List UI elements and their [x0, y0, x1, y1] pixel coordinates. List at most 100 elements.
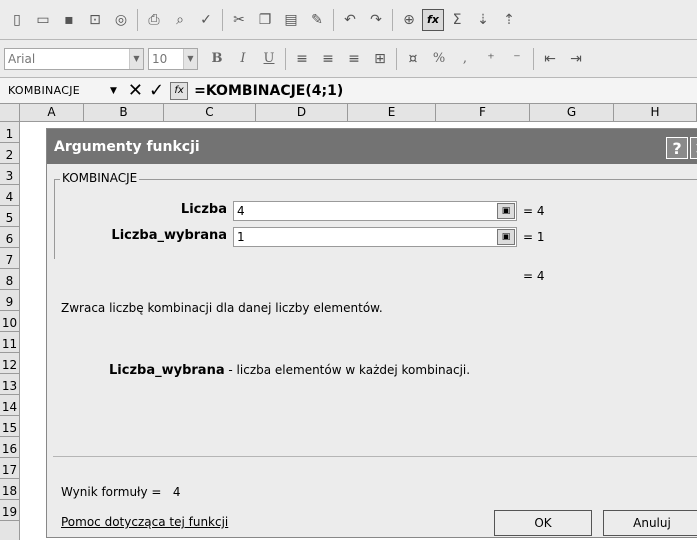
align-center-icon[interactable]: ≡	[317, 48, 339, 70]
row-header[interactable]: 13	[0, 374, 19, 395]
font-name-dropdown[interactable]: Arial ▼	[4, 47, 144, 70]
insert-function-icon[interactable]: fx	[422, 8, 444, 31]
liczba-input[interactable]: 4	[233, 201, 517, 221]
decrease-indent-icon[interactable]: ⇤	[539, 48, 561, 70]
row-header[interactable]: 7	[0, 248, 19, 269]
cancel-formula-icon[interactable]: ✕	[128, 80, 143, 101]
row-header[interactable]: 9	[0, 290, 19, 311]
row-header[interactable]: 16	[0, 437, 19, 458]
parameter-description: - liczba elementów w każdej kombinacji.	[224, 363, 471, 377]
dialog-separator	[53, 456, 697, 457]
standard-toolbar: ▯ ▭ ▪ ⊡ ◎ ⎙ ⌕ ✓ ✂ ❐ ▤ ✎ ↶ ↷ ⊕ fx Σ ⇣ ⇡	[0, 0, 697, 40]
format-painter-icon[interactable]: ✎	[306, 9, 328, 31]
chevron-down-icon[interactable]: ▼	[110, 86, 117, 96]
decrease-decimal-icon[interactable]: ⁻	[506, 48, 528, 70]
toolbar-separator	[285, 47, 286, 70]
sort-descending-icon[interactable]: ⇡	[498, 9, 520, 31]
row-header[interactable]: 19	[0, 500, 19, 521]
row-header[interactable]: 8	[0, 269, 19, 290]
bold-button[interactable]: B	[206, 48, 228, 70]
column-header[interactable]: H	[614, 104, 697, 121]
align-right-icon[interactable]: ≡	[343, 48, 365, 70]
arg-label-liczba: Liczba	[180, 202, 227, 217]
row-header[interactable]: 2	[0, 143, 19, 164]
row-header[interactable]: 18	[0, 479, 19, 500]
chevron-down-icon: ▼	[129, 48, 143, 69]
column-header[interactable]: G	[530, 104, 614, 121]
align-left-icon[interactable]: ≡	[291, 48, 313, 70]
increase-indent-icon[interactable]: ⇥	[565, 48, 587, 70]
row-header[interactable]: 3	[0, 164, 19, 185]
row-header[interactable]: 5	[0, 206, 19, 227]
copy-icon[interactable]: ❐	[254, 9, 276, 31]
column-header[interactable]: D	[256, 104, 348, 121]
row-header[interactable]: 11	[0, 332, 19, 353]
currency-icon[interactable]: ¤	[402, 48, 424, 70]
ok-button[interactable]: OK	[494, 510, 592, 536]
parameter-help: Liczba_wybrana - liczba elementów w każd…	[109, 363, 470, 378]
autosum-icon[interactable]: Σ	[446, 9, 468, 31]
undo-icon[interactable]: ↶	[339, 9, 361, 31]
row-header[interactable]: 12	[0, 353, 19, 374]
new-icon[interactable]: ▯	[6, 9, 28, 31]
column-header[interactable]: B	[84, 104, 164, 121]
merge-center-icon[interactable]: ⊞	[369, 48, 391, 70]
function-description: Zwraca liczbę kombinacji dla danej liczb…	[61, 301, 383, 315]
formatting-toolbar: Arial ▼ 10 ▼ B I U ≡ ≡ ≡ ⊞ ¤ % , ⁺ ⁻ ⇤ ⇥	[0, 40, 697, 78]
insert-function-icon[interactable]: fx	[170, 81, 189, 100]
row-header[interactable]: 15	[0, 416, 19, 437]
sort-ascending-icon[interactable]: ⇣	[472, 9, 494, 31]
column-header[interactable]: A	[20, 104, 84, 121]
font-size-dropdown[interactable]: 10 ▼	[148, 47, 198, 70]
row-header[interactable]: 14	[0, 395, 19, 416]
row-header[interactable]: 6	[0, 227, 19, 248]
collapse-dialog-icon[interactable]: ▣	[497, 203, 515, 219]
formula-input[interactable]: =KOMBINACJE(4;1)	[194, 83, 343, 99]
dialog-titlebar[interactable]: Argumenty funkcji	[47, 129, 697, 164]
percent-button[interactable]: %	[428, 48, 450, 70]
spelling-icon[interactable]: ✓	[195, 9, 217, 31]
research-icon[interactable]: ◎	[110, 9, 132, 31]
cancel-button[interactable]: Anuluj	[603, 510, 697, 536]
row-header[interactable]: 10	[0, 311, 19, 332]
arg-result-liczba: = 4	[523, 204, 545, 218]
underline-button[interactable]: U	[258, 48, 280, 70]
paste-icon[interactable]: ▤	[280, 9, 302, 31]
help-link[interactable]: Pomoc dotycząca tej funkcji	[61, 515, 228, 529]
save-icon[interactable]: ▪	[58, 9, 80, 31]
collapse-dialog-icon[interactable]: ▣	[497, 229, 515, 245]
print-preview-icon[interactable]: ⌕	[169, 9, 191, 31]
toolbar-separator	[222, 8, 223, 31]
column-header[interactable]: C	[164, 104, 256, 121]
row-headers: 1 2 3 4 5 6 7 8 9 10 11 12 13 14 15 16 1…	[0, 122, 20, 540]
cut-icon[interactable]: ✂	[228, 9, 250, 31]
toolbar-separator	[392, 8, 393, 31]
select-all-corner[interactable]	[0, 104, 20, 121]
toolbar-separator	[137, 8, 138, 31]
increase-decimal-icon[interactable]: ⁺	[480, 48, 502, 70]
row-header[interactable]: 17	[0, 458, 19, 479]
formula-bar: KOMBINACJE ▼ ✕ ✓ fx =KOMBINACJE(4;1)	[0, 78, 697, 104]
toolbar-separator	[333, 8, 334, 31]
column-header[interactable]: E	[348, 104, 436, 121]
arg-label-liczba-wybrana: Liczba_wybrana	[111, 228, 227, 243]
hyperlink-icon[interactable]: ⊕	[398, 9, 420, 31]
comma-button[interactable]: ,	[454, 48, 476, 70]
permission-icon[interactable]: ⊡	[84, 9, 106, 31]
help-icon[interactable]: ?	[666, 137, 688, 159]
font-size-value: 10	[152, 51, 168, 66]
row-header[interactable]: 4	[0, 185, 19, 206]
close-icon[interactable]: ✕	[690, 137, 697, 159]
print-icon[interactable]: ⎙	[143, 9, 165, 31]
enter-formula-icon[interactable]: ✓	[149, 80, 164, 101]
open-icon[interactable]: ▭	[32, 9, 54, 31]
formula-result-value: 4	[172, 485, 181, 499]
column-header[interactable]: F	[436, 104, 530, 121]
column-headers: A B C D E F G H	[0, 104, 697, 122]
row-header[interactable]: 1	[0, 122, 19, 143]
group-label: KOMBINACJE	[60, 171, 140, 185]
name-box[interactable]: KOMBINACJE	[0, 84, 110, 97]
liczba-wybrana-input[interactable]: 1	[233, 227, 517, 247]
italic-button[interactable]: I	[232, 48, 254, 70]
redo-icon[interactable]: ↷	[365, 9, 387, 31]
